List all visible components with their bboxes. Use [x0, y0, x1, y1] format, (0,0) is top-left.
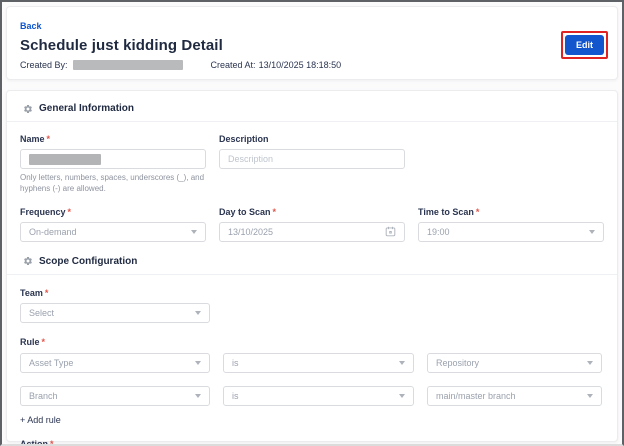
team-placeholder: Select	[29, 308, 54, 318]
rule-block: Rule* Asset Type is Repository Branch	[20, 337, 604, 428]
rule-1-value: Repository	[436, 358, 479, 368]
action-block: Action* With all Source Control Assets m…	[20, 439, 604, 446]
scope-configuration-section-header: Scope Configuration	[7, 256, 617, 275]
back-link[interactable]: Back	[20, 21, 42, 31]
created-at-label: Created At:	[211, 60, 256, 70]
description-input[interactable]	[219, 149, 405, 169]
gear-icon	[23, 256, 33, 266]
created-at-value: 13/10/2025 18:18:50	[259, 60, 342, 70]
rule-label: Rule*	[20, 337, 604, 347]
rule-1-value-select[interactable]: Repository	[427, 353, 602, 373]
calendar-icon	[385, 226, 396, 237]
required-marker: *	[45, 288, 49, 298]
empty-column	[418, 134, 604, 195]
frequency-select[interactable]: On-demand	[20, 222, 206, 242]
day-to-scan-value: 13/10/2025	[228, 227, 273, 237]
rule-2-operator-select[interactable]: is	[223, 386, 414, 406]
general-information-title: General Information	[39, 103, 134, 114]
rule-1-operator-value: is	[232, 358, 239, 368]
time-to-scan-label: Time to Scan*	[418, 207, 604, 217]
team-label: Team*	[20, 288, 210, 298]
chevron-down-icon	[195, 394, 201, 398]
name-input[interactable]	[20, 149, 206, 169]
edit-annotation-box: Edit	[561, 31, 608, 59]
team-field-block: Team* Select	[20, 288, 210, 323]
chevron-down-icon	[195, 361, 201, 365]
required-marker: *	[47, 134, 51, 144]
rule-2-field-select[interactable]: Branch	[20, 386, 210, 406]
frequency-label: Frequency*	[20, 207, 206, 217]
edit-button[interactable]: Edit	[565, 35, 604, 55]
chevron-down-icon	[191, 230, 197, 234]
chevron-down-icon	[399, 394, 405, 398]
name-field-block: Name* Only letters, numbers, spaces, und…	[20, 134, 206, 195]
rule-1-field-select[interactable]: Asset Type	[20, 353, 210, 373]
rule-1-field-value: Asset Type	[29, 358, 73, 368]
required-marker: *	[68, 207, 72, 217]
rule-rows: Asset Type is Repository Branch is	[20, 353, 604, 406]
redacted-name-value	[29, 154, 101, 165]
time-to-scan-value: 19:00	[427, 227, 450, 237]
rule-2-field-value: Branch	[29, 391, 58, 401]
page-title: Schedule just kidding Detail	[20, 37, 604, 54]
meta-row: Created By: Created At: 13/10/2025 18:18…	[20, 60, 604, 70]
header-card: Back Schedule just kidding Detail Create…	[6, 6, 618, 80]
redacted-created-by-value	[73, 60, 183, 70]
required-marker: *	[42, 337, 46, 347]
required-marker: *	[273, 207, 277, 217]
scope-configuration-title: Scope Configuration	[39, 256, 137, 267]
chevron-down-icon	[587, 361, 593, 365]
day-to-scan-input[interactable]: 13/10/2025	[219, 222, 405, 242]
rule-2-operator-value: is	[232, 391, 239, 401]
name-label: Name*	[20, 134, 206, 144]
time-to-scan-select[interactable]: 19:00	[418, 222, 604, 242]
chevron-down-icon	[195, 311, 201, 315]
action-label: Action*	[20, 439, 604, 446]
frequency-value: On-demand	[29, 227, 77, 237]
rule-2-value-select[interactable]: main/master branch	[427, 386, 602, 406]
chevron-down-icon	[587, 394, 593, 398]
frequency-field-block: Frequency* On-demand	[20, 207, 206, 242]
detail-form-card: General Information Name* Only letters, …	[6, 90, 618, 442]
page-frame: Back Schedule just kidding Detail Create…	[0, 0, 624, 446]
team-select[interactable]: Select	[20, 303, 210, 323]
day-to-scan-field-block: Day to Scan* 13/10/2025	[219, 207, 405, 242]
add-rule-link[interactable]: + Add rule	[20, 415, 61, 425]
required-marker: *	[50, 439, 54, 446]
rule-2-value: main/master branch	[436, 391, 516, 401]
time-to-scan-field-block: Time to Scan* 19:00	[418, 207, 604, 242]
created-by-label: Created By:	[20, 60, 68, 70]
chevron-down-icon	[399, 361, 405, 365]
description-label: Description	[219, 134, 405, 144]
description-field-block: Description	[219, 134, 405, 195]
required-marker: *	[476, 207, 480, 217]
day-to-scan-label: Day to Scan*	[219, 207, 405, 217]
general-information-section-header: General Information	[7, 103, 617, 122]
chevron-down-icon	[589, 230, 595, 234]
name-helper-text: Only letters, numbers, spaces, underscor…	[20, 173, 206, 195]
gear-icon	[23, 104, 33, 114]
rule-1-operator-select[interactable]: is	[223, 353, 414, 373]
